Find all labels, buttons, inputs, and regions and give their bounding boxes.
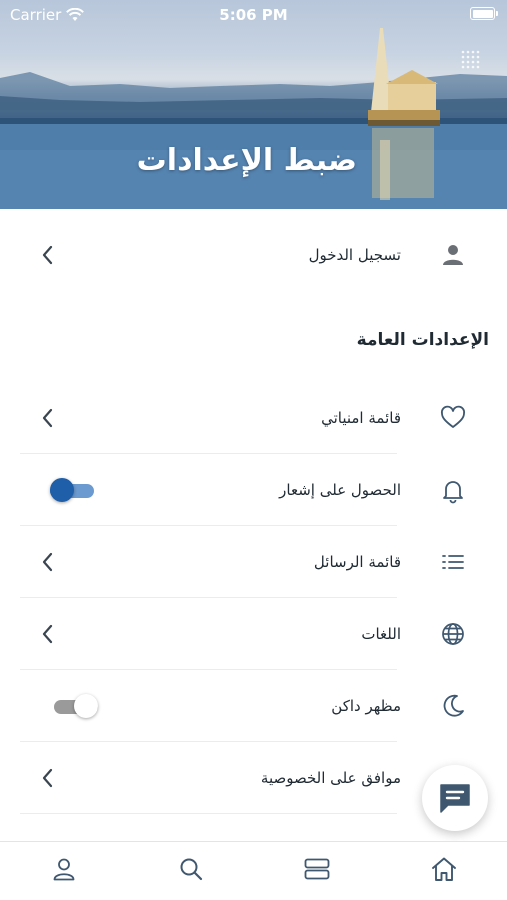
settings-item-label: اللغات	[361, 625, 401, 643]
list-icon	[442, 555, 464, 569]
settings-item-messages[interactable]: قائمة الرسائل	[0, 526, 507, 598]
battery-icon	[470, 7, 498, 20]
chevron-left-icon	[42, 552, 53, 572]
settings-item-dark-mode[interactable]: مظهر داكن	[0, 670, 507, 742]
settings-item-notifications[interactable]: الحصول على إشعار	[0, 454, 507, 526]
settings-item-label: قائمة امنياتي	[321, 409, 401, 427]
chevron-left-icon	[42, 245, 53, 265]
search-icon[interactable]	[177, 855, 205, 883]
header-banner: Carrier 5:06 PM ضبط الإعدادات	[0, 0, 507, 209]
status-bar: Carrier 5:06 PM	[0, 0, 507, 30]
row-divider	[20, 813, 397, 814]
chevron-left-icon	[42, 768, 53, 788]
chevron-left-icon	[42, 624, 53, 644]
toggle-knob	[50, 478, 74, 502]
bell-icon	[443, 481, 463, 504]
categories-icon[interactable]	[303, 855, 331, 883]
settings-item-wishlist[interactable]: قائمة امنياتي	[0, 382, 507, 454]
login-label: تسجيل الدخول	[308, 246, 401, 264]
globe-icon	[442, 623, 464, 645]
user-icon	[443, 245, 463, 265]
general-settings-title: الإعدادات العامة	[356, 330, 489, 350]
page-title: ضبط الإعدادات	[136, 143, 357, 178]
dark-mode-toggle[interactable]	[50, 694, 98, 718]
settings-item-label: موافق على الخصوصية	[260, 769, 401, 787]
status-time: 5:06 PM	[219, 6, 288, 24]
login-row[interactable]: تسجيل الدخول	[0, 219, 507, 291]
bottom-tab-bar	[0, 841, 507, 900]
chevron-left-icon	[42, 408, 53, 428]
heart-icon	[441, 405, 465, 428]
notifications-toggle[interactable]	[50, 478, 98, 502]
moon-icon	[443, 694, 464, 717]
chat-icon	[440, 784, 470, 813]
profile-icon[interactable]	[50, 855, 78, 883]
settings-item-label: الحصول على إشعار	[279, 481, 401, 499]
settings-item-label: قائمة الرسائل	[313, 553, 401, 571]
settings-item-label: مظهر داكن	[331, 697, 401, 715]
home-icon[interactable]	[430, 855, 458, 883]
settings-item-languages[interactable]: اللغات	[0, 598, 507, 670]
toggle-knob	[74, 694, 98, 718]
chat-fab-button[interactable]	[422, 765, 488, 831]
dots-grid-icon[interactable]	[460, 49, 482, 71]
